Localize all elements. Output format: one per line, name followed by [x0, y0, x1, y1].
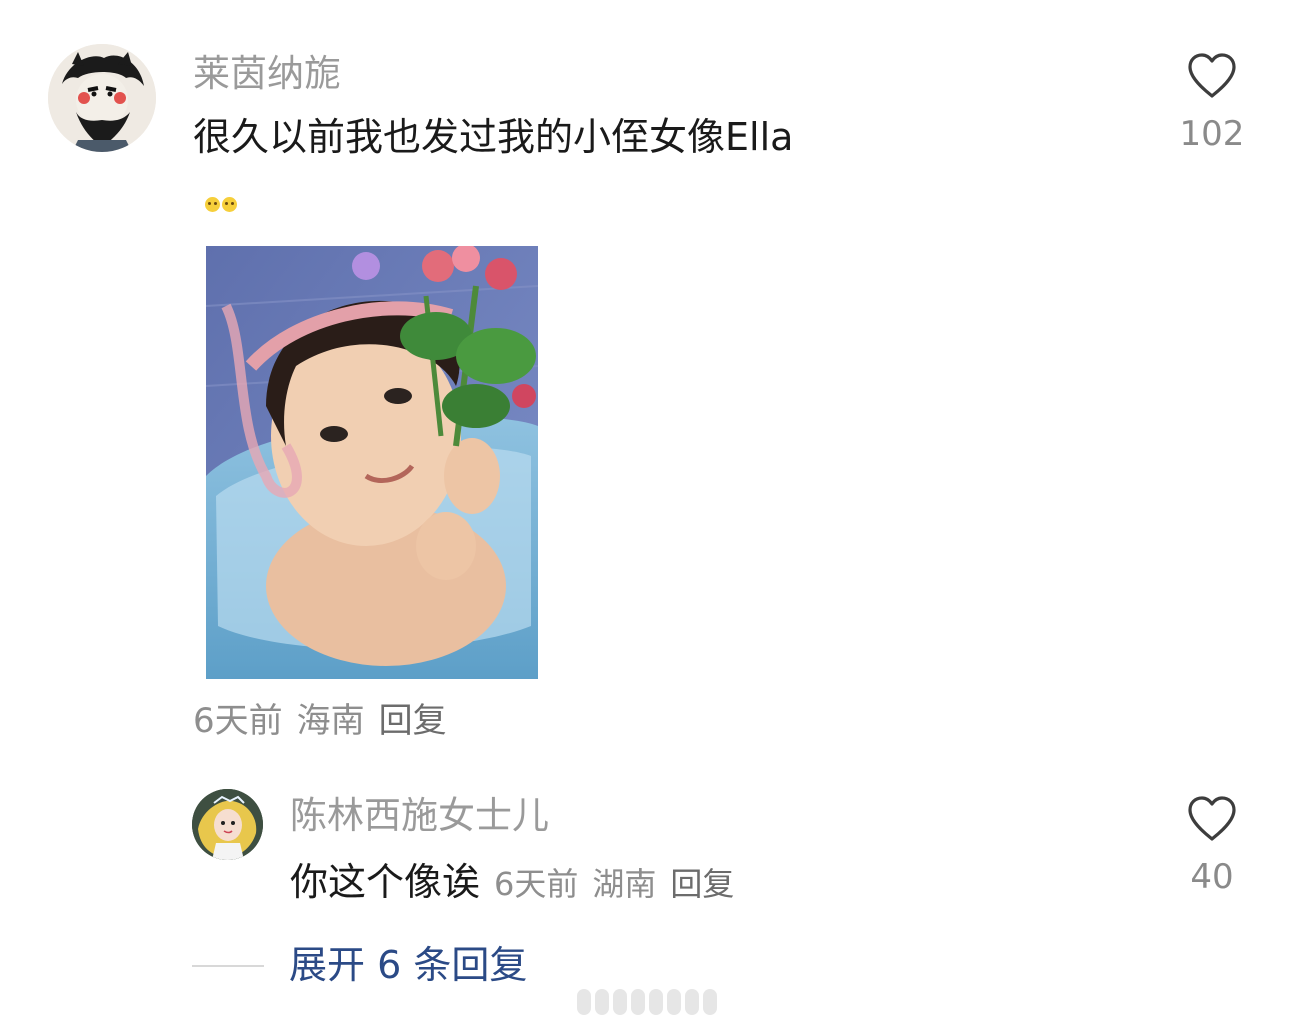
reply-like-block: 40 [1167, 795, 1257, 897]
avatar[interactable] [48, 44, 156, 152]
comment-time: 6天前 [193, 701, 283, 741]
expand-divider [192, 965, 264, 967]
emoji-row [205, 197, 237, 215]
comment-meta: 6天前 海南 回复 [193, 698, 447, 744]
reply-location: 湖南 [592, 865, 657, 903]
reply-time: 6天前 [494, 865, 579, 903]
avatar-image [192, 789, 263, 860]
comment-location: 海南 [296, 701, 365, 741]
photo-girl-with-flowers [206, 246, 538, 679]
reply-reply-button[interactable]: 回复 [670, 858, 734, 910]
reply-button[interactable]: 回复 [379, 698, 447, 744]
like-count: 102 [1179, 114, 1245, 154]
heart-icon[interactable] [1186, 52, 1238, 100]
heart-icon[interactable] [1186, 795, 1238, 843]
comment-text: 很久以前我也发过我的小侄女像Ella [193, 115, 794, 159]
expand-replies-button[interactable]: 展开 6 条回复 [289, 940, 527, 990]
reply-content: 你这个像诶 6天前 湖南 回复 [290, 856, 748, 910]
reply-username[interactable]: 陈林西施女士儿 [290, 792, 549, 840]
like-block: 102 [1167, 52, 1257, 154]
watermark [577, 986, 717, 1018]
comment-username[interactable]: 莱茵纳旎 [193, 50, 341, 98]
avatar-image [48, 44, 156, 152]
smile-emoji-icon [222, 197, 237, 212]
reply-avatar[interactable] [192, 789, 263, 860]
comment-image[interactable] [206, 246, 538, 679]
reply-like-count: 40 [1190, 857, 1234, 897]
smile-emoji-icon [205, 197, 220, 212]
reply-text: 你这个像诶 [290, 860, 481, 904]
